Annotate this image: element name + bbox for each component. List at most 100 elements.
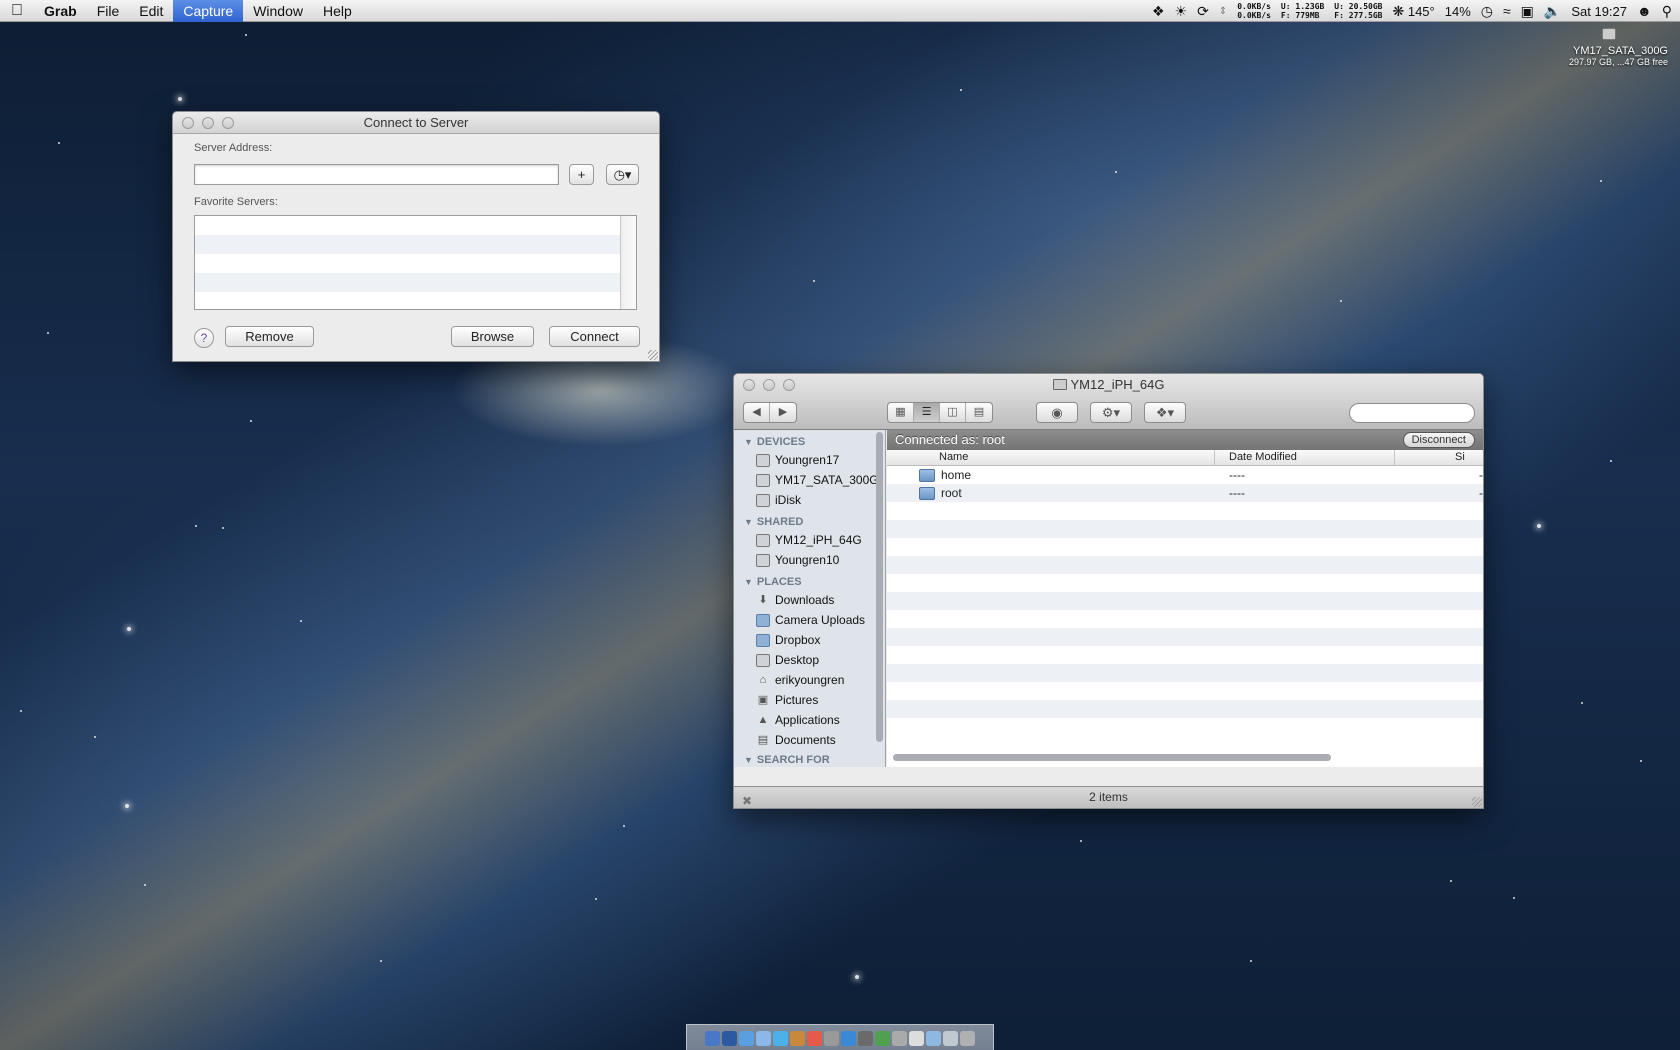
dock-folder-icon[interactable] xyxy=(926,1031,941,1046)
sync-icon[interactable]: ⟳ xyxy=(1197,3,1209,20)
sidebar-item-camera-uploads[interactable]: Camera Uploads xyxy=(734,610,885,630)
menu-app-grab[interactable]: Grab xyxy=(34,0,87,22)
dock-app-icon[interactable] xyxy=(875,1031,890,1046)
dock-trash-icon[interactable] xyxy=(960,1031,975,1046)
dropbox-button[interactable]: ❖▾ xyxy=(1144,402,1186,423)
column-header-size[interactable]: Si xyxy=(1395,450,1483,465)
title-bar[interactable]: YM12_iPH_64G xyxy=(734,374,1483,396)
dock-safari-icon[interactable] xyxy=(739,1031,754,1046)
sidebar-section-places[interactable]: ▼ PLACES xyxy=(734,570,885,590)
disconnect-button[interactable]: Disconnect xyxy=(1402,432,1475,448)
sidebar-item-dropbox[interactable]: Dropbox xyxy=(734,630,885,650)
close-button[interactable] xyxy=(743,379,755,391)
sidebar-scrollbar[interactable] xyxy=(876,432,883,742)
cover-flow-icon[interactable]: ▤ xyxy=(966,403,992,422)
resize-handle[interactable] xyxy=(1472,797,1482,807)
disk-f-label: F: xyxy=(1334,11,1344,20)
close-button[interactable] xyxy=(182,117,194,129)
volume-icon[interactable]: 🔈 xyxy=(1544,3,1561,20)
sidebar-item-pictures[interactable]: ▣ Pictures xyxy=(734,690,885,710)
updown-arrows-icon[interactable]: ⇕ xyxy=(1219,6,1227,17)
file-row[interactable]: home ---- - xyxy=(887,466,1483,484)
favorites-scrollbar[interactable] xyxy=(620,216,636,309)
sidebar-item-youngren17[interactable]: Youngren17 xyxy=(734,450,885,470)
desktop-drive[interactable]: YM17_SATA_300G 297.97 GB, ...47 GB free xyxy=(1538,28,1668,67)
sidebar-item-desktop[interactable]: Desktop xyxy=(734,650,885,670)
server-address-input[interactable] xyxy=(194,164,559,185)
remove-button[interactable]: Remove xyxy=(225,326,314,347)
fan-monitor[interactable]: ❋ 145° xyxy=(1392,3,1434,20)
forward-icon[interactable]: ▶ xyxy=(770,403,796,422)
dock-mail-icon[interactable] xyxy=(756,1031,771,1046)
dock-grab-icon[interactable] xyxy=(909,1031,924,1046)
dock-preferences-icon[interactable] xyxy=(892,1031,907,1046)
back-icon[interactable]: ◀ xyxy=(744,403,770,422)
dock-messages-icon[interactable] xyxy=(773,1031,788,1046)
apple-menu-icon[interactable]:  xyxy=(0,2,34,20)
menu-help[interactable]: Help xyxy=(313,0,362,22)
zoom-button[interactable] xyxy=(783,379,795,391)
icon-view-icon[interactable]: ▦ xyxy=(888,403,914,422)
favorite-servers-list[interactable] xyxy=(194,215,637,310)
menu-window[interactable]: Window xyxy=(243,0,313,22)
menu-capture[interactable]: Capture xyxy=(173,0,244,22)
add-favorite-button[interactable]: + xyxy=(569,164,594,185)
brightness-icon[interactable]: ☀ xyxy=(1175,3,1188,20)
minimize-button[interactable] xyxy=(202,117,214,129)
title-bar[interactable]: Connect to Server xyxy=(173,112,659,134)
search-input[interactable] xyxy=(1349,403,1475,423)
resize-handle[interactable] xyxy=(648,350,658,360)
connect-button[interactable]: Connect xyxy=(549,326,640,347)
dock-itunes-icon[interactable] xyxy=(841,1031,856,1046)
server-icon xyxy=(1052,379,1067,390)
fan-speed: 145° xyxy=(1407,3,1435,19)
list-view-icon[interactable]: ☰ xyxy=(914,403,940,422)
clock[interactable]: Sat 19:27 xyxy=(1571,4,1627,19)
sidebar-item-documents[interactable]: ▤ Documents xyxy=(734,730,885,750)
dock-launchpad-icon[interactable] xyxy=(722,1031,737,1046)
menu-edit[interactable]: Edit xyxy=(129,0,173,22)
dock-finder-icon[interactable] xyxy=(705,1031,720,1046)
wifi-icon[interactable]: ≈ xyxy=(1503,3,1511,19)
column-header-date-modified[interactable]: Date Modified xyxy=(1215,450,1395,465)
sidebar-item-ym17-sata[interactable]: YM17_SATA_300G xyxy=(734,470,885,490)
dropbox-icon[interactable]: ❖ xyxy=(1152,3,1165,20)
battery-percent[interactable]: 14% xyxy=(1445,4,1471,19)
downloads-icon: ⬇ xyxy=(758,593,768,606)
file-row[interactable]: root ---- - xyxy=(887,484,1483,502)
minimize-button[interactable] xyxy=(763,379,775,391)
memory-monitor[interactable]: U: 1.23GB F: 779MB xyxy=(1281,2,1324,20)
help-button[interactable]: ? xyxy=(194,328,214,348)
sidebar-section-search-for[interactable]: ▼ SEARCH FOR xyxy=(734,750,885,767)
column-view-icon[interactable]: ◫ xyxy=(940,403,966,422)
user-icon[interactable]: ☻ xyxy=(1637,3,1652,19)
menu-file[interactable]: File xyxy=(87,0,130,22)
spotlight-search-icon[interactable]: ⚲ xyxy=(1662,3,1672,20)
action-button[interactable]: ⚙▾ xyxy=(1090,402,1132,423)
dock-app-icon[interactable] xyxy=(858,1031,873,1046)
file-rows: home ---- - root ---- - xyxy=(887,466,1483,736)
sidebar-item-youngren10[interactable]: Youngren10 xyxy=(734,550,885,570)
disk-monitor[interactable]: U: 20.50GB F: 277.5GB xyxy=(1334,2,1382,20)
file-date: ---- xyxy=(1229,468,1245,482)
browse-button[interactable]: Browse xyxy=(451,326,534,347)
horizontal-scrollbar[interactable] xyxy=(893,754,1331,761)
time-machine-icon[interactable]: ◷ xyxy=(1481,3,1493,20)
dock-preview-icon[interactable] xyxy=(824,1031,839,1046)
sidebar-item-applications[interactable]: ▲ Applications xyxy=(734,710,885,730)
quick-look-button[interactable]: ◉ xyxy=(1036,402,1078,423)
dock-calendar-icon[interactable] xyxy=(807,1031,822,1046)
sidebar-item-home[interactable]: ⌂ erikyoungren xyxy=(734,670,885,690)
network-monitor[interactable]: 0.0KB/s 0.0KB/s xyxy=(1237,2,1271,20)
sidebar-item-downloads[interactable]: ⬇ Downloads xyxy=(734,590,885,610)
sidebar-section-shared[interactable]: ▼ SHARED xyxy=(734,510,885,530)
sidebar-section-devices[interactable]: ▼ DEVICES xyxy=(734,430,885,450)
sidebar-item-ym12-iph[interactable]: YM12_iPH_64G xyxy=(734,530,885,550)
sidebar-item-idisk[interactable]: iDisk xyxy=(734,490,885,510)
recent-servers-button[interactable]: ◷▾ xyxy=(606,164,639,185)
zoom-button[interactable] xyxy=(222,117,234,129)
dock-contacts-icon[interactable] xyxy=(790,1031,805,1046)
column-header-name[interactable]: Name xyxy=(913,450,1215,465)
display-icon[interactable]: ▣ xyxy=(1521,3,1534,20)
dock-downloads-icon[interactable] xyxy=(943,1031,958,1046)
